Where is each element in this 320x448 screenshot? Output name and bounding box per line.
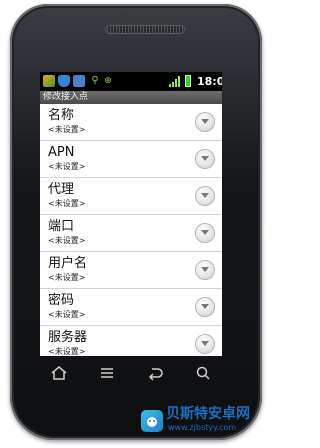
setting-value: <未设置>: [48, 273, 86, 282]
home-icon[interactable]: [48, 364, 70, 382]
android-icon: ⊕: [104, 76, 112, 86]
setting-value: <未设置>: [48, 199, 86, 208]
setting-title: 代理: [48, 182, 75, 197]
setting-item-proxy[interactable]: 代理 <未设置>: [40, 178, 222, 215]
chevron-down-icon[interactable]: [196, 335, 214, 353]
chevron-down-icon[interactable]: [196, 150, 214, 168]
chevron-down-icon[interactable]: [196, 187, 214, 205]
setting-title: 端口: [48, 219, 75, 234]
page-title: 修改接入点: [40, 91, 222, 104]
status-time: 18:02: [197, 75, 222, 88]
setting-title: 密码: [48, 293, 75, 308]
back-icon[interactable]: [144, 364, 166, 382]
setting-title: 名称: [48, 108, 75, 123]
setting-item-name[interactable]: 名称 <未设置>: [40, 104, 222, 141]
chevron-down-icon[interactable]: [196, 113, 214, 131]
signal-icon: [169, 76, 181, 87]
settings-list: 名称 <未设置> APN <未设置> 代理 <未设置> 端口 <未设置> 用户名…: [40, 104, 222, 356]
chevron-down-icon[interactable]: [196, 298, 214, 316]
menu-icon[interactable]: [96, 364, 118, 382]
setting-title: APN: [48, 145, 75, 160]
chevron-down-icon[interactable]: [196, 224, 214, 242]
usb-debug-icon: ⚲: [91, 75, 99, 86]
status-bar: ⚲ ⊕ 18:02: [40, 72, 222, 91]
setting-value: <未设置>: [48, 162, 86, 171]
watermark-url: www.zjbstyy.com: [168, 423, 237, 432]
chevron-down-icon[interactable]: [196, 261, 214, 279]
search-icon[interactable]: [192, 364, 214, 382]
setting-value: <未设置>: [48, 125, 86, 134]
setting-item-port[interactable]: 端口 <未设置>: [40, 215, 222, 252]
shield-icon: [58, 75, 70, 87]
setting-value: <未设置>: [48, 347, 86, 356]
battery-icon: [185, 75, 191, 87]
watermark-brand: 贝斯特安卓网: [166, 406, 250, 422]
setting-item-server[interactable]: 服务器 <未设置>: [40, 326, 222, 356]
setting-item-username[interactable]: 用户名 <未设置>: [40, 252, 222, 289]
earpiece-speaker: [105, 25, 185, 34]
app-icon: [43, 75, 55, 87]
hardware-nav-bar: [24, 358, 238, 388]
setting-value: <未设置>: [48, 236, 86, 245]
phone-screen: ⚲ ⊕ 18:02 修改接入点 名称 <未设置> APN <未设置> 代理 <未…: [40, 72, 222, 356]
usb-icon: [73, 75, 85, 87]
setting-value: <未设置>: [48, 310, 86, 319]
setting-title: 用户名: [48, 256, 88, 271]
setting-item-apn[interactable]: APN <未设置>: [40, 141, 222, 178]
watermark-logo-icon: [141, 410, 163, 432]
setting-item-password[interactable]: 密码 <未设置>: [40, 289, 222, 326]
setting-title: 服务器: [48, 330, 88, 345]
